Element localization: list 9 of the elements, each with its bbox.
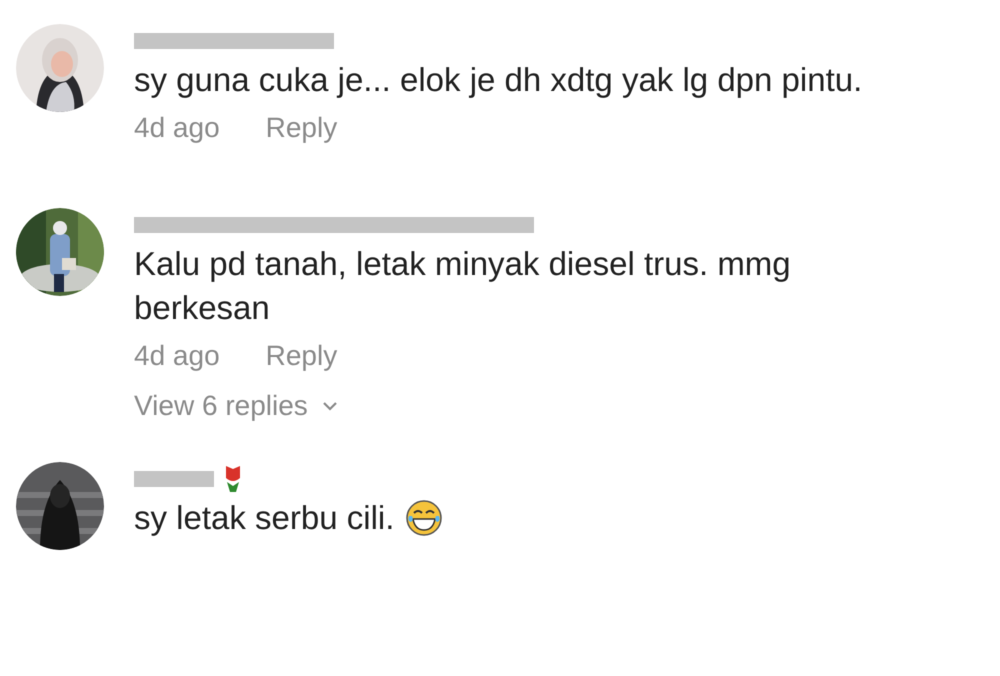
chevron-down-icon[interactable] — [322, 401, 338, 411]
comment-text: sy letak serbu cili. — [134, 498, 394, 538]
view-replies-link[interactable]: View 6 replies — [134, 390, 308, 422]
comment-time: 4d ago — [134, 340, 220, 372]
reply-link[interactable]: Reply — [266, 340, 338, 372]
reply-link[interactable]: Reply — [266, 112, 338, 144]
comment-time: 4d ago — [134, 112, 220, 144]
comment-text: sy guna cuka je... elok je dh xdtg yak lg dpn pintu. — [134, 60, 864, 100]
comment-text: Kalu pd tanah, letak minyak diesel trus. mmg berkesan — [134, 244, 792, 328]
